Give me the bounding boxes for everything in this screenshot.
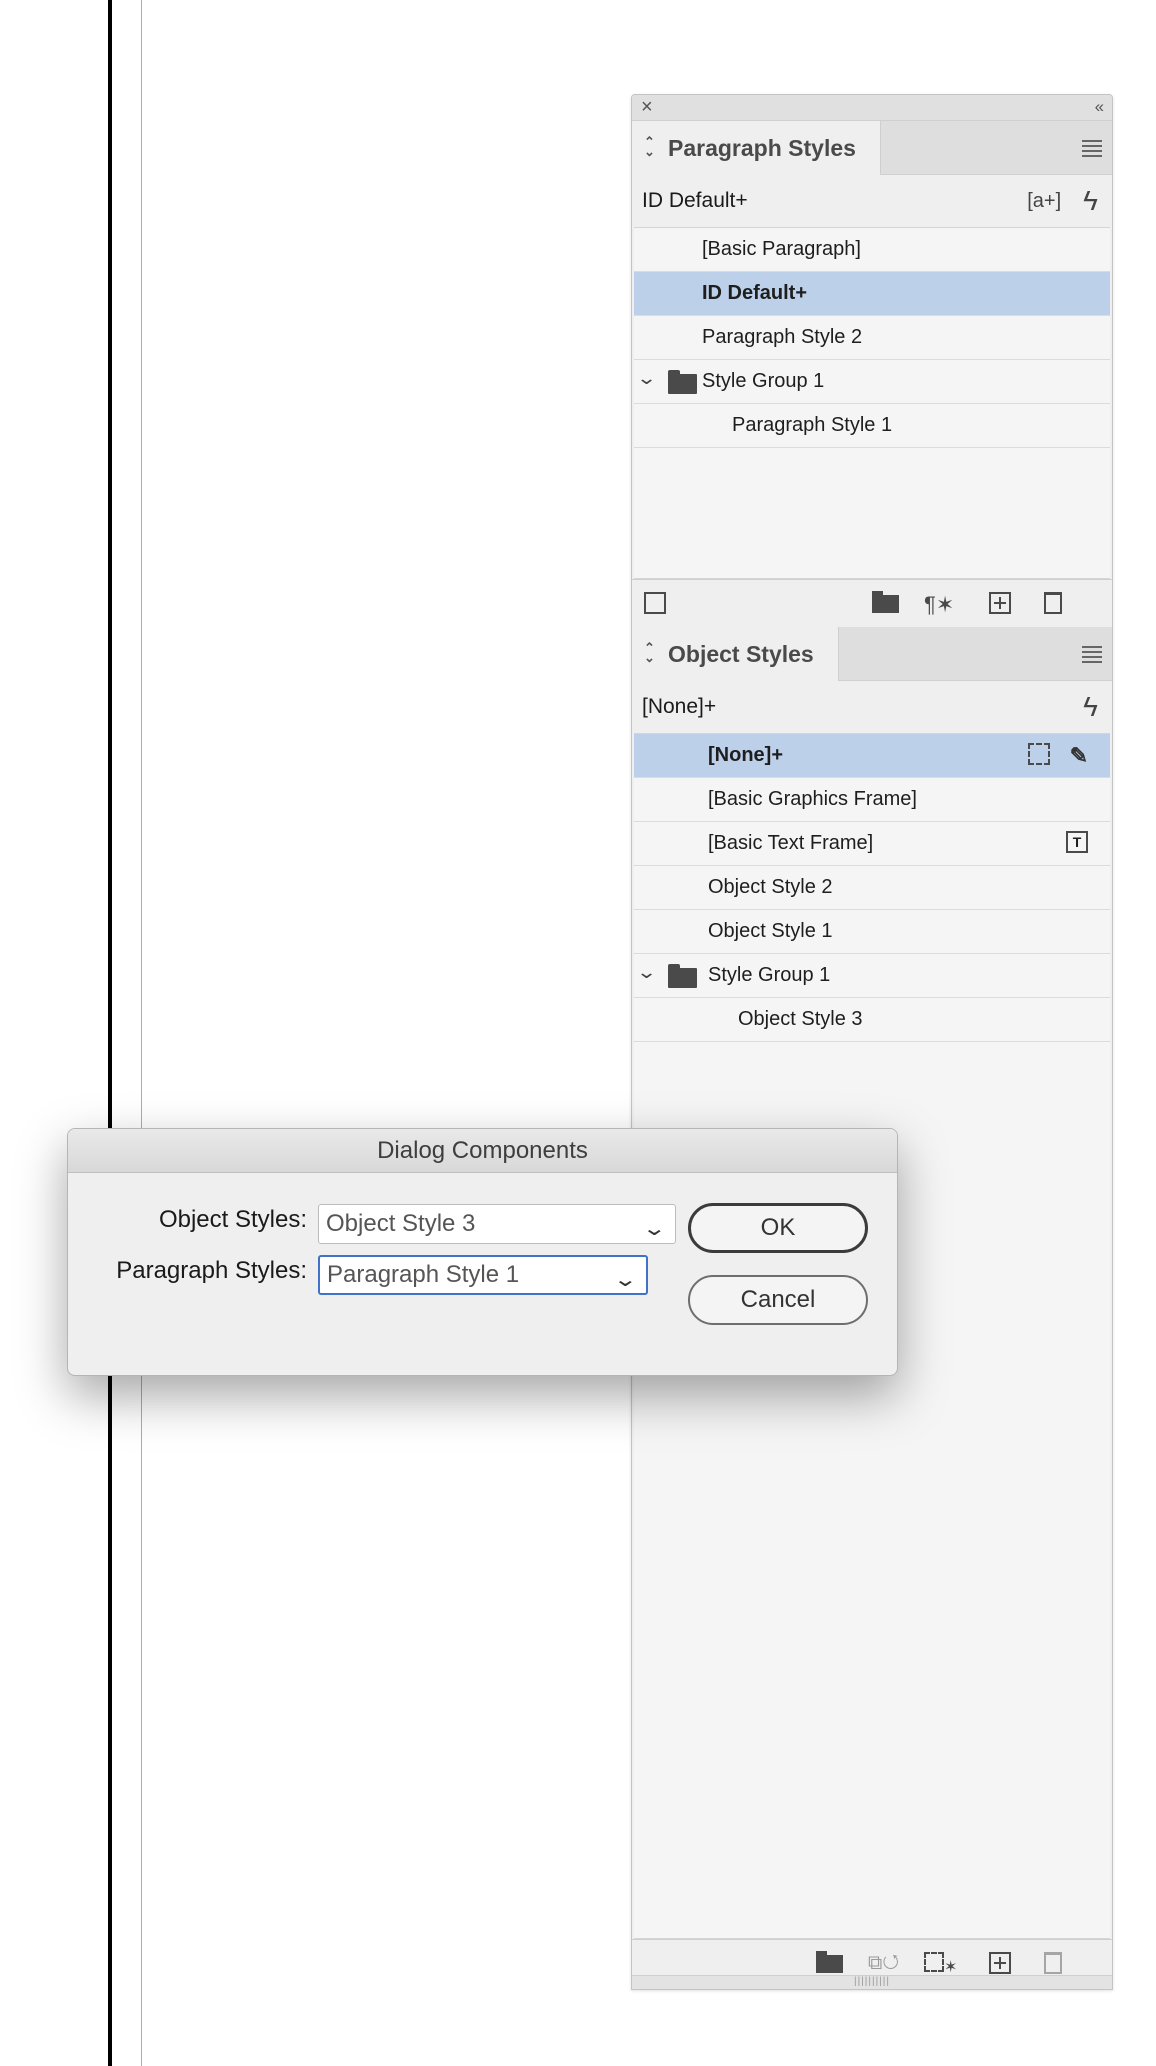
- folder-icon: [668, 370, 697, 394]
- list-item-label: Object Style 2: [708, 876, 833, 898]
- folder-icon: [668, 964, 697, 988]
- style-group-row[interactable]: ⌄ Style Group 1: [634, 954, 1110, 998]
- list-item-label: Paragraph Style 1: [732, 414, 893, 436]
- margin-guide: [141, 0, 142, 2066]
- list-item[interactable]: Paragraph Style 1: [634, 404, 1110, 448]
- paragraph-panel-footer: ¶✶: [632, 579, 1112, 627]
- close-icon[interactable]: ×: [641, 96, 653, 119]
- new-style-icon[interactable]: [989, 592, 1011, 620]
- list-item-label: Object Style 3: [738, 1008, 863, 1030]
- list-item[interactable]: Object Style 3: [634, 998, 1110, 1042]
- clear-attributes-icon: ⧉↺: [868, 1952, 900, 1974]
- paragraph-styles-value: Paragraph Style 1: [327, 1261, 520, 1288]
- list-item-label: Paragraph Style 2: [702, 326, 863, 348]
- list-item[interactable]: ID Default+: [634, 272, 1110, 316]
- list-item-label: ID Default+: [702, 282, 808, 304]
- paragraph-styles-select[interactable]: Paragraph Style 1 ⌄: [318, 1255, 648, 1295]
- panel-title: Object Styles: [668, 640, 814, 667]
- dock-header: × ‹‹: [632, 95, 1112, 121]
- trash-icon[interactable]: [1044, 592, 1062, 620]
- list-item-label: [Basic Paragraph]: [702, 238, 861, 260]
- paragraph-styles-label: Paragraph Styles:: [116, 1257, 307, 1284]
- brush-clear-icon[interactable]: ✎: [1070, 743, 1088, 769]
- quick-apply-icon[interactable]: ϟ: [1083, 691, 1098, 723]
- list-item[interactable]: [Basic Text Frame] T: [634, 822, 1110, 866]
- new-group-icon[interactable]: [872, 591, 899, 619]
- load-styles-icon[interactable]: [644, 592, 666, 620]
- tab-object-styles[interactable]: ⌃ ⌄ Object Styles: [632, 627, 839, 681]
- text-frame-icon: T: [1066, 831, 1088, 853]
- current-style-row: ID Default+ [a+] ϟ: [632, 175, 1112, 227]
- list-item[interactable]: [Basic Graphics Frame]: [634, 778, 1110, 822]
- chevron-down-icon: ⌄: [642, 1218, 668, 1240]
- object-styles-value: Object Style 3: [326, 1210, 476, 1237]
- panel-menu-icon[interactable]: [1082, 140, 1102, 160]
- list-item[interactable]: Object Style 1: [634, 910, 1110, 954]
- list-item[interactable]: Paragraph Style 2: [634, 316, 1110, 360]
- list-item-label: [None]+: [708, 744, 783, 766]
- list-item-label: [Basic Text Frame]: [708, 832, 874, 854]
- cancel-button[interactable]: Cancel: [688, 1275, 868, 1325]
- resize-grip[interactable]: ||||||||||: [632, 1975, 1112, 1989]
- object-styles-select[interactable]: Object Style 3 ⌄: [318, 1204, 676, 1244]
- object-styles-header: ⌃ ⌄ Object Styles: [632, 627, 1112, 681]
- new-style-from-selection-icon[interactable]: [a+]: [1027, 190, 1061, 213]
- current-style-label: [None]+: [642, 695, 717, 718]
- panel-menu-icon[interactable]: [1082, 646, 1102, 666]
- list-item-label: Style Group 1: [702, 370, 825, 392]
- ok-button[interactable]: OK: [688, 1203, 868, 1253]
- object-styles-label: Object Styles:: [158, 1206, 307, 1233]
- dialog-components: Dialog Components Object Styles: Object …: [67, 1128, 898, 1376]
- current-style-row: [None]+ ϟ: [632, 681, 1112, 733]
- panel-title: Paragraph Styles: [668, 134, 856, 161]
- collapse-icon[interactable]: ‹‹: [1095, 97, 1104, 117]
- graphics-frame-icon: [1027, 743, 1050, 765]
- chevron-down-icon: ⌄: [613, 1269, 639, 1291]
- expand-arrows-icon[interactable]: ⌃ ⌄: [644, 135, 655, 158]
- list-item[interactable]: [None]+ ✎: [634, 734, 1110, 778]
- dialog-title: Dialog Components: [68, 1129, 897, 1173]
- list-item[interactable]: [Basic Paragraph]: [634, 228, 1110, 272]
- paragraph-style-list: [Basic Paragraph] ID Default+ Paragraph …: [634, 227, 1110, 579]
- list-item[interactable]: Object Style 2: [634, 866, 1110, 910]
- page-edge-line: [108, 0, 112, 2066]
- list-item-label: [Basic Graphics Frame]: [708, 788, 917, 810]
- tab-paragraph-styles[interactable]: ⌃ ⌄ Paragraph Styles: [632, 121, 881, 175]
- clear-overrides-icon[interactable]: ¶✶: [924, 592, 954, 618]
- paragraph-styles-header: ⌃ ⌄ Paragraph Styles: [632, 121, 1112, 175]
- quick-apply-icon[interactable]: ϟ: [1083, 185, 1098, 217]
- expand-arrows-icon[interactable]: ⌃ ⌄: [644, 641, 655, 664]
- list-item-label: Object Style 1: [708, 920, 833, 942]
- current-style-label: ID Default+: [642, 189, 748, 212]
- style-group-row[interactable]: ⌄ Style Group 1: [634, 360, 1110, 404]
- chevron-down-icon[interactable]: ⌄: [636, 368, 657, 389]
- chevron-down-icon[interactable]: ⌄: [636, 962, 657, 983]
- panel-dock: × ‹‹ ⌃ ⌄ Paragraph Styles ID Default+ [a+…: [631, 94, 1113, 1990]
- list-item-label: Style Group 1: [708, 964, 831, 986]
